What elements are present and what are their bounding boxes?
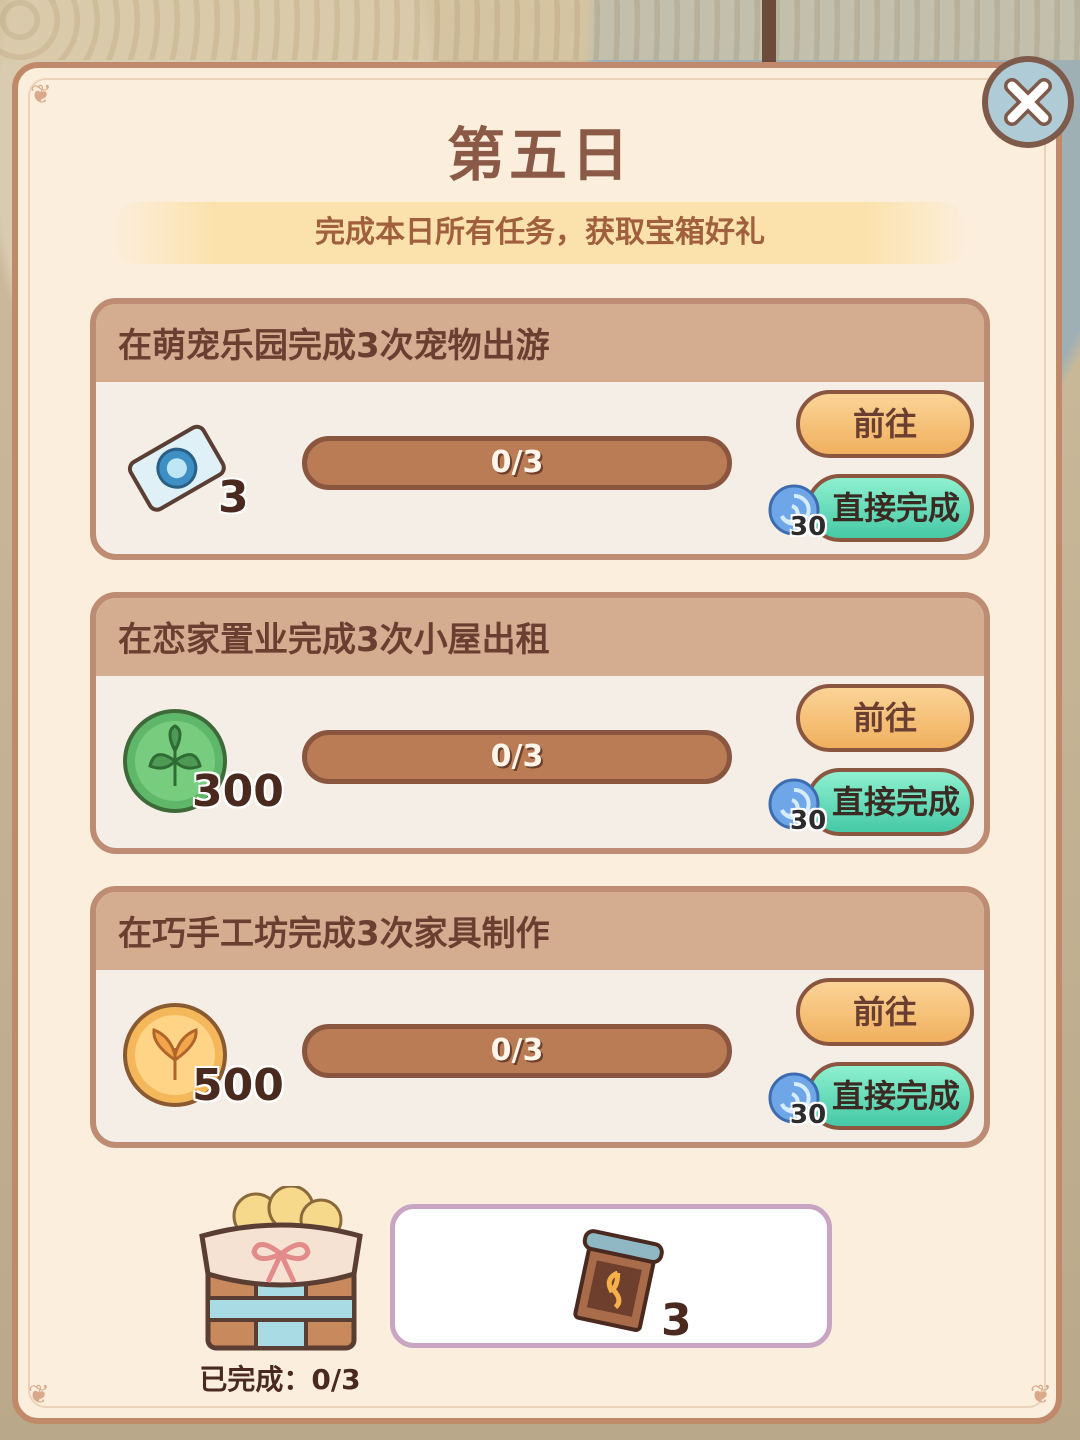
task-title: 在萌宠乐园完成3次宠物出游 — [96, 304, 984, 382]
chest-reward-box: 3 — [390, 1204, 832, 1348]
progress-text: 0/3 — [490, 445, 544, 480]
reward-quantity: 300 — [192, 766, 284, 817]
treasure-chest-icon[interactable] — [196, 1186, 366, 1356]
background-pole — [762, 0, 776, 70]
gem-cost: 30 — [790, 1100, 827, 1130]
task-progress-bar: 0/3 — [302, 1024, 732, 1078]
task-title: 在巧手工坊完成3次家具制作 — [96, 892, 984, 970]
instant-complete-button[interactable]: 直接完成 — [806, 768, 974, 836]
reward-quantity: 500 — [192, 1060, 284, 1111]
gem-cost: 30 — [790, 512, 827, 542]
task-card: 在恋家置业完成3次小屋出租 300 0/3 前往 直接完成 30 — [90, 592, 990, 854]
go-button[interactable]: 前往 — [796, 684, 974, 752]
task-card: 在巧手工坊完成3次家具制作 500 0/3 前往 直接完成 30 — [90, 886, 990, 1148]
instant-complete-button[interactable]: 直接完成 — [806, 1062, 974, 1130]
task-title: 在恋家置业完成3次小屋出租 — [96, 598, 984, 676]
corner-decoration: ❦ — [30, 80, 52, 110]
task-progress-bar: 0/3 — [302, 730, 732, 784]
progress-text: 0/3 — [490, 1033, 544, 1068]
go-button[interactable]: 前往 — [796, 978, 974, 1046]
blueprint-scroll-icon — [573, 1229, 664, 1332]
chest-reward-quantity: 3 — [661, 1295, 692, 1346]
corner-decoration: ❦ — [1030, 1380, 1052, 1410]
go-button[interactable]: 前往 — [796, 390, 974, 458]
reward-quantity: 3 — [218, 472, 249, 523]
gem-cost: 30 — [790, 806, 827, 836]
dialog-subtitle: 完成本日所有任务，获取宝箱好礼 — [110, 202, 970, 264]
progress-text: 0/3 — [490, 739, 544, 774]
pet-ticket-icon — [127, 424, 226, 512]
task-card: 在萌宠乐园完成3次宠物出游 3 0/3 前往 直接完成 30 — [90, 298, 990, 560]
dialog-title: 第五日 — [446, 121, 633, 189]
task-progress-bar: 0/3 — [302, 436, 732, 490]
chest-progress-label: 已完成：0/3 — [199, 1363, 361, 1396]
instant-complete-button[interactable]: 直接完成 — [806, 474, 974, 542]
corner-decoration: ❦ — [28, 1380, 50, 1410]
background-decoration — [0, 0, 1080, 60]
